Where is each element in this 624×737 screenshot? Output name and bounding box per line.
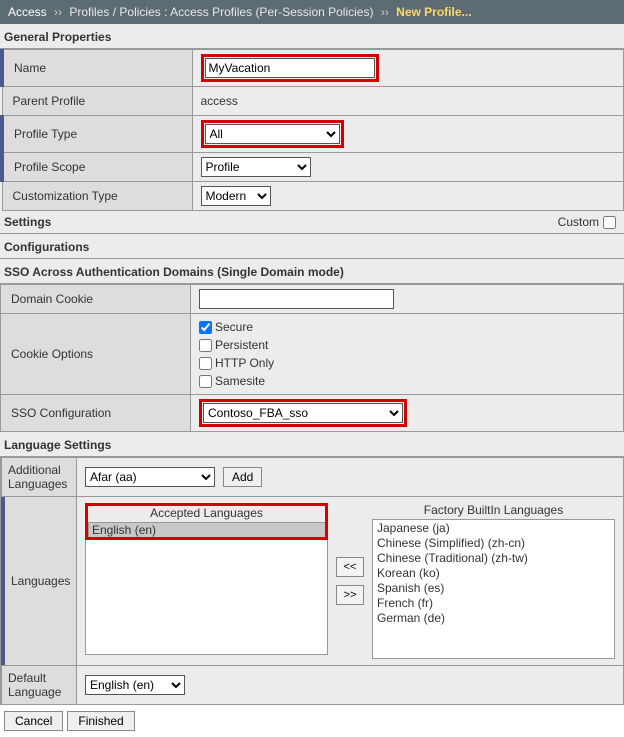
factory-language-item[interactable]: Spanish (es) <box>374 581 613 596</box>
label-default-language: Default Language <box>1 666 77 704</box>
factory-language-item[interactable]: Japanese (ja) <box>374 521 613 536</box>
breadcrumb-path[interactable]: Profiles / Policies : Access Profiles (P… <box>69 5 373 19</box>
samesite-checkbox[interactable] <box>199 375 212 388</box>
label-cookie-options: Cookie Options <box>1 314 191 395</box>
breadcrumb-current: New Profile... <box>396 5 471 19</box>
label-name: Name <box>2 50 192 87</box>
breadcrumb-root[interactable]: Access <box>8 5 47 19</box>
cancel-button[interactable]: Cancel <box>4 711 63 731</box>
factory-language-item[interactable]: Chinese (Traditional) (zh-tw) <box>374 551 613 566</box>
default-language-select[interactable]: English (en) <box>85 675 185 695</box>
custom-toggle-label[interactable]: Custom <box>558 215 616 229</box>
highlight-name <box>201 54 379 82</box>
move-right-button[interactable]: >> <box>336 585 364 605</box>
factory-language-item[interactable]: German (de) <box>374 611 613 626</box>
option-secure[interactable]: Secure <box>199 318 615 336</box>
row-languages: Languages Accepted Languages English (en… <box>0 497 624 666</box>
language-movers: << >> <box>328 503 372 659</box>
languages-dual-list: Accepted Languages English (en) << >> Fa… <box>85 503 615 659</box>
label-sso-configuration: SSO Configuration <box>1 395 191 432</box>
factory-languages-listbox[interactable]: Japanese (ja) Chinese (Simplified) (zh-c… <box>372 519 615 659</box>
highlight-accepted-languages: Accepted Languages English (en) <box>85 503 328 540</box>
label-profile-scope: Profile Scope <box>2 153 192 182</box>
factory-language-item[interactable]: Korean (ko) <box>374 566 613 581</box>
sso-table: Domain Cookie Cookie Options Secure Pers… <box>0 284 624 432</box>
profile-type-select[interactable]: All <box>205 124 340 144</box>
accepted-languages-column: Accepted Languages English (en) <box>85 503 328 659</box>
accepted-languages-listbox[interactable] <box>85 537 328 655</box>
label-parent-profile: Parent Profile <box>2 87 192 116</box>
section-sso: SSO Across Authentication Domains (Singl… <box>0 259 624 284</box>
label-additional-languages: Additional Languages <box>1 458 77 496</box>
breadcrumb-separator: ›› <box>381 5 389 19</box>
highlight-sso-configuration: Contoso_FBA_sso <box>199 399 407 427</box>
label-domain-cookie: Domain Cookie <box>1 285 191 314</box>
row-additional-languages: Additional Languages Afar (aa) Add <box>0 457 624 497</box>
add-language-button[interactable]: Add <box>223 467 262 487</box>
section-settings: Settings Custom <box>0 211 624 234</box>
breadcrumb-separator: ›› <box>54 5 62 19</box>
footer-buttons: Cancel Finished <box>0 705 624 737</box>
custom-checkbox[interactable] <box>603 216 616 229</box>
option-persistent[interactable]: Persistent <box>199 336 615 354</box>
customization-type-select[interactable]: Modern <box>201 186 271 206</box>
additional-languages-select[interactable]: Afar (aa) <box>85 467 215 487</box>
factory-language-item[interactable]: French (fr) <box>374 596 613 611</box>
cookie-options-group: Secure Persistent HTTP Only Samesite <box>199 318 615 390</box>
row-default-language: Default Language English (en) <box>0 666 624 705</box>
settings-title: Settings <box>4 215 51 229</box>
section-general-properties: General Properties <box>0 24 624 49</box>
sso-configuration-select[interactable]: Contoso_FBA_sso <box>203 403 403 423</box>
secure-checkbox[interactable] <box>199 321 212 334</box>
label-languages: Languages <box>1 497 77 665</box>
option-httponly[interactable]: HTTP Only <box>199 354 615 372</box>
httponly-checkbox[interactable] <box>199 357 212 370</box>
factory-languages-title: Factory BuiltIn Languages <box>372 503 615 519</box>
label-customization-type: Customization Type <box>2 182 192 211</box>
highlight-profile-type: All <box>201 120 344 148</box>
breadcrumb: Access ›› Profiles / Policies : Access P… <box>0 0 624 24</box>
label-profile-type: Profile Type <box>2 116 192 153</box>
section-configurations: Configurations <box>0 234 624 259</box>
accepted-language-item[interactable]: English (en) <box>89 523 325 537</box>
profile-scope-select[interactable]: Profile <box>201 157 311 177</box>
option-samesite[interactable]: Samesite <box>199 372 615 390</box>
move-left-button[interactable]: << <box>336 557 364 577</box>
persistent-checkbox[interactable] <box>199 339 212 352</box>
domain-cookie-input[interactable] <box>199 289 394 309</box>
value-parent-profile: access <box>192 87 624 116</box>
accepted-languages-title: Accepted Languages <box>88 506 325 522</box>
factory-language-item[interactable]: Chinese (Simplified) (zh-cn) <box>374 536 613 551</box>
section-language-settings: Language Settings <box>0 432 624 457</box>
finished-button[interactable]: Finished <box>67 711 134 731</box>
factory-languages-column: Factory BuiltIn Languages Japanese (ja) … <box>372 503 615 659</box>
name-input[interactable] <box>205 58 375 78</box>
general-properties-table: Name Parent Profile access Profile Type … <box>0 49 624 211</box>
